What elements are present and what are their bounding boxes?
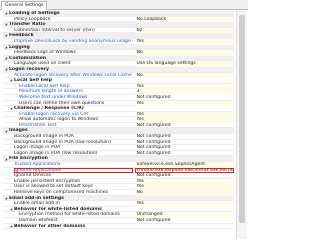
settings-grid: ◢ Loading of Settings Policy Loopback No Lo… [3, 11, 234, 239]
vertical-scrollbar[interactable] [236, 11, 247, 239]
collapse-arrow-icon[interactable]: ◢ [5, 23, 8, 26]
collapse-arrow-icon[interactable]: ◢ [10, 107, 13, 110]
tab-bar: General Settings [0, 0, 248, 10]
collapse-arrow-icon[interactable]: ◢ [5, 12, 8, 15]
collapse-arrow-icon[interactable]: ◢ [5, 157, 8, 161]
subcategory-row[interactable]: ◢ Behavior for other domains [3, 224, 234, 230]
collapse-arrow-icon[interactable]: ◢ [5, 45, 8, 49]
collapse-arrow-icon[interactable]: ◢ [5, 68, 8, 71]
collapse-arrow-icon[interactable]: ◢ [10, 207, 13, 211]
collapse-arrow-icon[interactable]: ◢ [10, 79, 13, 82]
collapse-arrow-icon[interactable]: ◢ [5, 56, 8, 60]
collapse-arrow-icon[interactable]: ◢ [5, 129, 8, 133]
setting-name: Behavior for other domains [14, 223, 86, 229]
collapse-arrow-icon[interactable]: ◢ [5, 196, 8, 200]
collapse-arrow-icon[interactable]: ◢ [10, 224, 13, 228]
collapse-arrow-icon[interactable]: ◢ [5, 34, 8, 37]
tab-general-settings[interactable]: General Settings [1, 1, 48, 10]
scrollbar-thumb[interactable] [239, 15, 245, 223]
